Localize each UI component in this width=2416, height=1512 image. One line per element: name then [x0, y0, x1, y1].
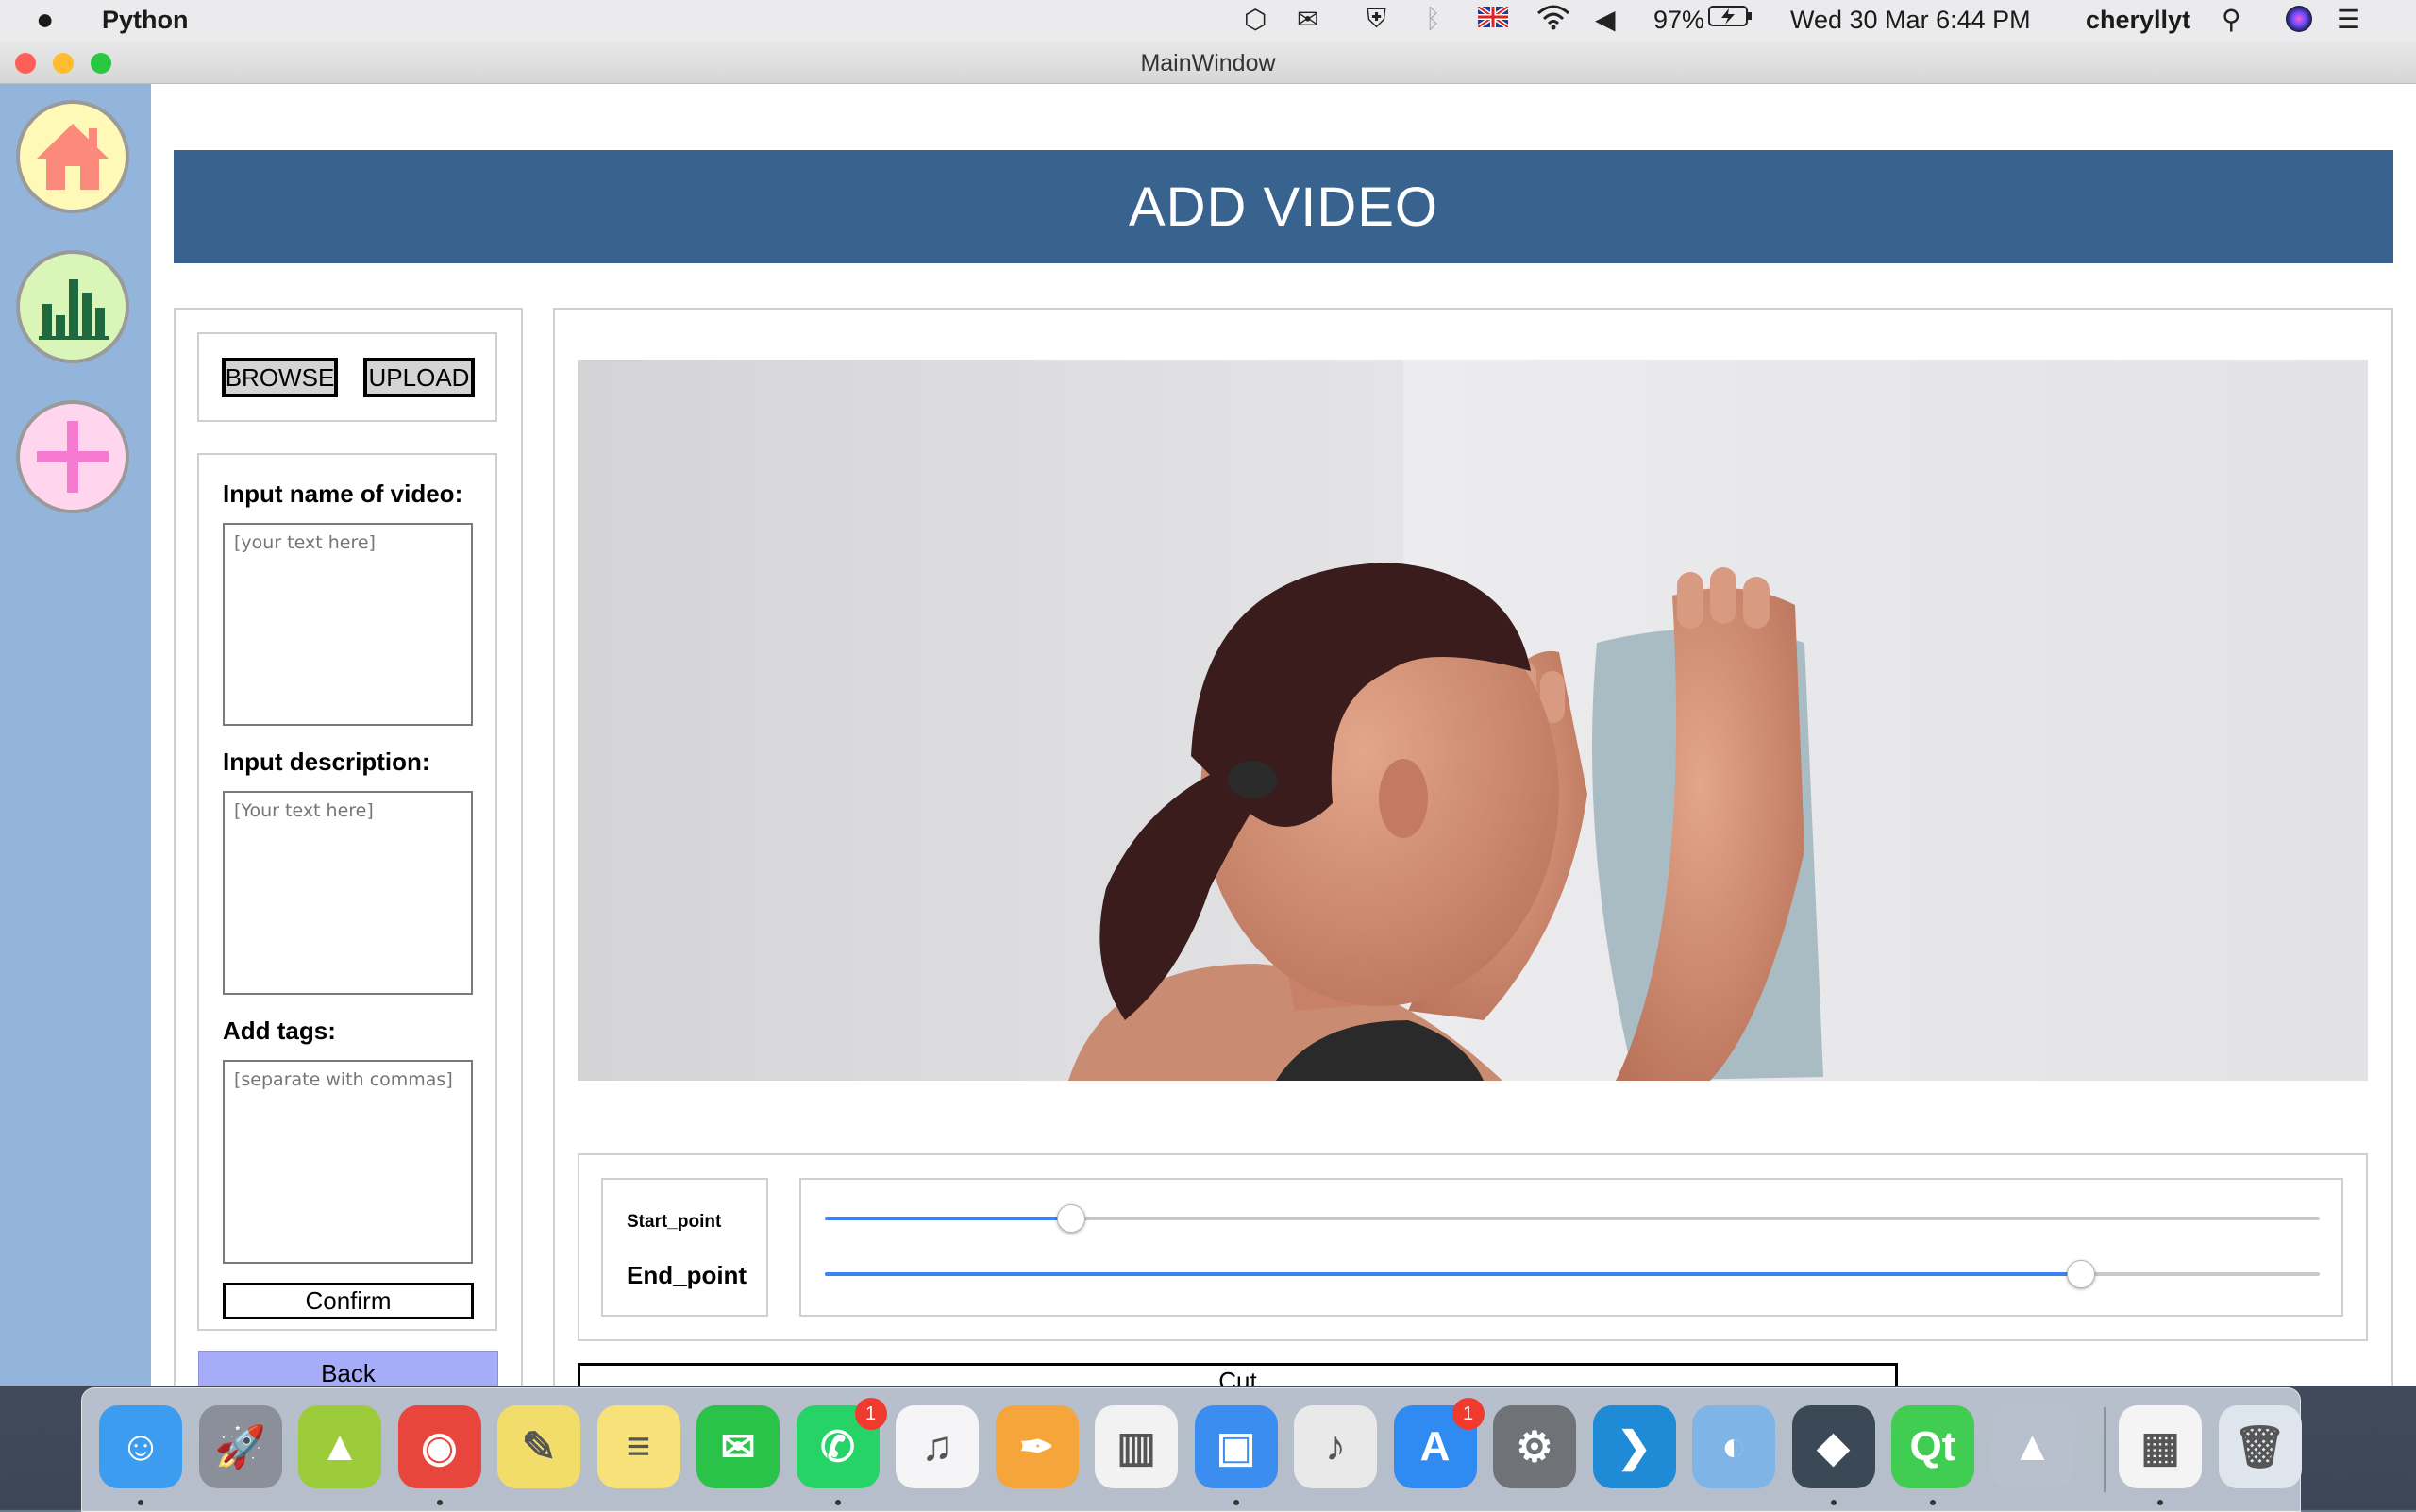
dock-divider [2104, 1407, 2106, 1492]
waves-icon[interactable]: ◆ [1791, 1405, 1875, 1488]
home-nav-button[interactable] [16, 100, 129, 213]
rocket-icon[interactable]: 🚀 [198, 1405, 282, 1488]
window-titlebar[interactable]: MainWindow [0, 42, 2416, 84]
whatsapp-icon[interactable]: ✆ 1 [796, 1398, 887, 1488]
notification-badge: 1 [854, 1398, 887, 1430]
cut-button[interactable]: Cut [578, 1363, 1898, 1386]
start-point-slider[interactable] [825, 1204, 2320, 1233]
gear-icon[interactable]: ⚙ [1493, 1405, 1576, 1488]
trash-icon[interactable]: 🗑 [2218, 1405, 2302, 1488]
running-indicator [1233, 1500, 1239, 1505]
volume-icon[interactable]: ◀ [1595, 4, 1616, 35]
sidebar [0, 84, 151, 1386]
running-indicator [138, 1500, 143, 1505]
description-input[interactable] [223, 791, 473, 995]
confirm-button[interactable]: Confirm [223, 1283, 474, 1319]
slider-fill [825, 1217, 1072, 1220]
browse-button[interactable]: BROWSE [222, 358, 338, 397]
siri-icon[interactable] [2284, 4, 2314, 41]
control-center-icon[interactable]: ☰ [2337, 4, 2360, 35]
running-indicator [436, 1500, 443, 1505]
notification-badge: 1 [1451, 1398, 1485, 1430]
running-indicator [1930, 1500, 1936, 1505]
shield-icon[interactable]: ⛨ [1367, 4, 1386, 35]
upload-button[interactable]: UPLOAD [363, 358, 475, 397]
vscode-icon[interactable]: ❯ [1592, 1405, 1676, 1488]
bluetooth-icon[interactable]: ᛒ [1425, 4, 1441, 34]
running-indicator [2157, 1500, 2163, 1505]
numbers-icon[interactable]: ▥ [1095, 1405, 1178, 1488]
wifi-icon[interactable] [1536, 4, 1570, 37]
app-store-icon[interactable]: A1 [1393, 1398, 1485, 1488]
stickies-icon[interactable]: ✎ [497, 1405, 580, 1488]
menu-bar: ● Python ⬡ ✉ ⛨ ᛒ ◀ 97% Wed 30 Mar 6:44 P… [0, 0, 2416, 42]
end-point-slider[interactable] [825, 1260, 2320, 1288]
bar-chart-icon [39, 279, 109, 340]
main-window: MainWindow ADD VIDEO BROWSE UPLOAD Input… [0, 42, 2416, 1386]
add-nav-button[interactable] [16, 400, 129, 513]
running-indicator [834, 1500, 841, 1505]
battery-icon[interactable] [1708, 4, 1753, 35]
wechat-icon[interactable]: ✉ [1297, 4, 1318, 35]
plus-icon [37, 421, 109, 493]
guitar-icon[interactable]: ♪ [1294, 1405, 1377, 1488]
stats-nav-button[interactable] [16, 250, 129, 363]
trim-sliders-box [799, 1178, 2343, 1317]
back-button[interactable]: Back [198, 1351, 498, 1386]
notes-icon[interactable]: ≡ [596, 1405, 680, 1488]
android-icon[interactable]: ▲ [298, 1405, 381, 1488]
python-rocket-icon[interactable]: ▲ [1990, 1405, 2074, 1488]
slider-handle[interactable] [2066, 1260, 2095, 1288]
video-frame-image [578, 360, 2368, 1081]
qt-icon[interactable]: Qt [1891, 1405, 1974, 1488]
apple-menu-icon[interactable]: ● [36, 2, 54, 37]
keynote-icon[interactable]: ▣ [1194, 1405, 1278, 1488]
battery-percent: 97% [1653, 6, 1705, 34]
tags-input[interactable] [223, 1060, 473, 1264]
start-point-label: Start_point [627, 1212, 722, 1232]
tags-label: Add tags: [223, 1016, 336, 1045]
spotlight-icon[interactable]: ⚲ [2222, 4, 2241, 35]
running-indicator [1830, 1500, 1837, 1505]
window-title: MainWindow [1140, 50, 1276, 76]
video-name-label: Input name of video: [223, 479, 463, 508]
house-icon [37, 124, 109, 190]
pages-icon[interactable]: ✒ [995, 1405, 1079, 1488]
slider-handle[interactable] [1057, 1204, 1086, 1233]
window-content: ADD VIDEO BROWSE UPLOAD Input name of vi… [0, 84, 2416, 1386]
end-point-label: End_point [627, 1261, 747, 1289]
wechat-icon[interactable]: ✉ [696, 1405, 780, 1488]
video-preview[interactable] [578, 360, 2368, 1081]
box-icon[interactable]: ⬡ [1244, 4, 1267, 35]
music-icon[interactable]: ♫ [896, 1405, 979, 1488]
video-name-input[interactable] [223, 523, 473, 726]
chrome-icon[interactable]: ◉ [397, 1405, 481, 1488]
page-title: ADD VIDEO [174, 150, 2393, 263]
preview-icon[interactable]: ◐ [1692, 1405, 1775, 1488]
active-app-name[interactable]: Python [102, 6, 189, 35]
xlsx-file-icon[interactable]: ▦ [2119, 1405, 2202, 1488]
finder-icon[interactable]: ☺ [99, 1405, 182, 1488]
uk-flag-icon[interactable] [1476, 4, 1510, 34]
dock: ☺ 🚀 ▲ ◉ ✎ ≡ ✉ ✆ 1 ♫ ✒ ▥ ▣ ♪ A 1 ⚙ ❯ ◐ ◆ Qt ▲ ▦ 🗑 [81, 1387, 2302, 1512]
description-label: Input description: [223, 748, 430, 776]
trim-labels-box [601, 1178, 768, 1317]
user-name[interactable]: cheryllyt [2086, 6, 2190, 35]
slider-fill [825, 1272, 2081, 1276]
clock[interactable]: Wed 30 Mar 6:44 PM [1790, 6, 2031, 35]
